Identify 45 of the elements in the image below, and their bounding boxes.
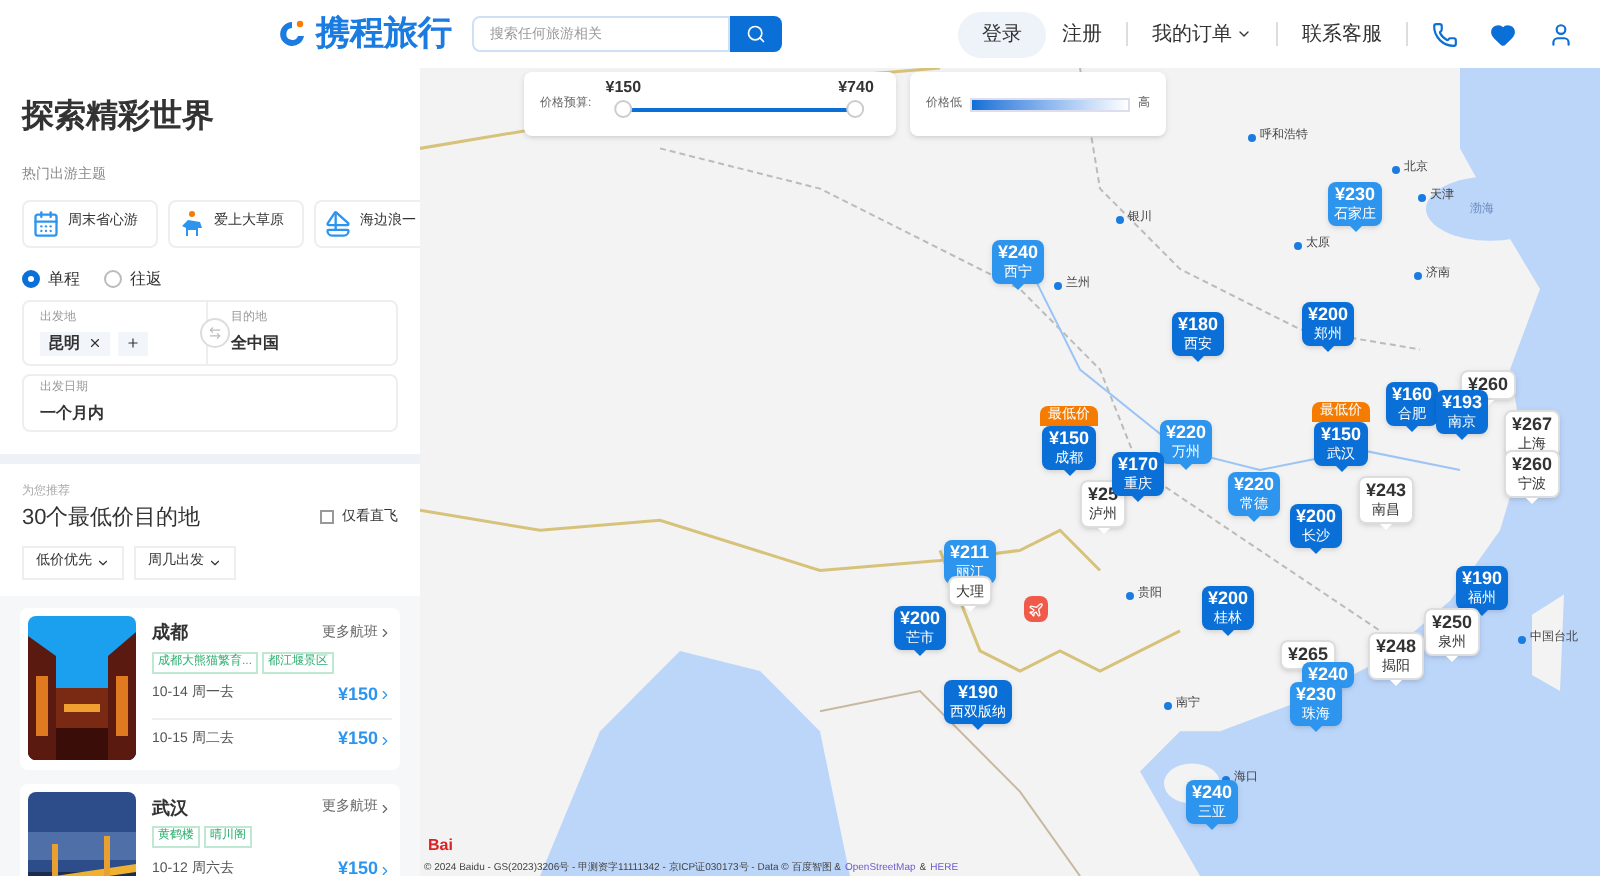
checkbox[interactable] bbox=[320, 510, 334, 525]
nav-link[interactable]: 联系客服 bbox=[1286, 19, 1398, 49]
radio-button[interactable] bbox=[22, 270, 40, 288]
city-chip[interactable]: 昆明 bbox=[40, 331, 110, 355]
section-title: 30个最低价目的地 bbox=[22, 503, 201, 533]
map-logo: Bai bbox=[428, 834, 453, 858]
nav-link[interactable]: 注册 bbox=[1046, 19, 1118, 49]
orders-menu[interactable]: 我的订单 bbox=[1136, 19, 1268, 49]
remove-icon[interactable] bbox=[88, 336, 102, 350]
radio-label: 单程 bbox=[48, 267, 80, 291]
plane-icon bbox=[1028, 601, 1044, 617]
city-name: 成都 bbox=[152, 620, 188, 646]
price-value: ¥150 bbox=[605, 80, 642, 96]
radio-button[interactable] bbox=[104, 270, 122, 288]
phone-icon[interactable] bbox=[1432, 21, 1458, 47]
caret-icon bbox=[96, 556, 110, 570]
page-title: 探索精彩世界 bbox=[22, 96, 216, 138]
slider-thumb[interactable] bbox=[847, 100, 865, 118]
chevron-icon bbox=[378, 863, 392, 876]
price-slider[interactable]: ¥150 ¥740 bbox=[599, 80, 880, 128]
caret-icon bbox=[208, 556, 222, 570]
chevron-icon bbox=[378, 688, 392, 702]
plane-marker[interactable] bbox=[1024, 596, 1048, 622]
slider-thumb[interactable] bbox=[614, 100, 633, 118]
chevron-icon bbox=[378, 733, 392, 747]
search-icon bbox=[746, 24, 766, 44]
calendar-icon bbox=[32, 209, 60, 237]
user-icon[interactable] bbox=[1548, 21, 1574, 47]
login-button[interactable]: 登录 bbox=[958, 11, 1046, 57]
plus-icon bbox=[126, 336, 140, 350]
chevron-icon bbox=[378, 626, 392, 641]
add-button[interactable] bbox=[118, 331, 148, 355]
dolphin-icon bbox=[276, 18, 308, 50]
logo[interactable]: 携程旅行 bbox=[276, 8, 452, 60]
sailboat-icon bbox=[324, 209, 352, 237]
heart-icon[interactable] bbox=[1490, 21, 1516, 47]
radio-label: 往返 bbox=[130, 267, 162, 291]
city-name: 武汉 bbox=[152, 795, 188, 821]
chevron-icon bbox=[378, 801, 392, 816]
caret-icon bbox=[1236, 26, 1252, 42]
search-button[interactable] bbox=[730, 16, 782, 52]
price-value: ¥740 bbox=[838, 80, 874, 96]
field-value: 一个月内 bbox=[40, 401, 106, 425]
field-value: 全中国 bbox=[231, 331, 281, 355]
swap-icon bbox=[208, 325, 222, 339]
